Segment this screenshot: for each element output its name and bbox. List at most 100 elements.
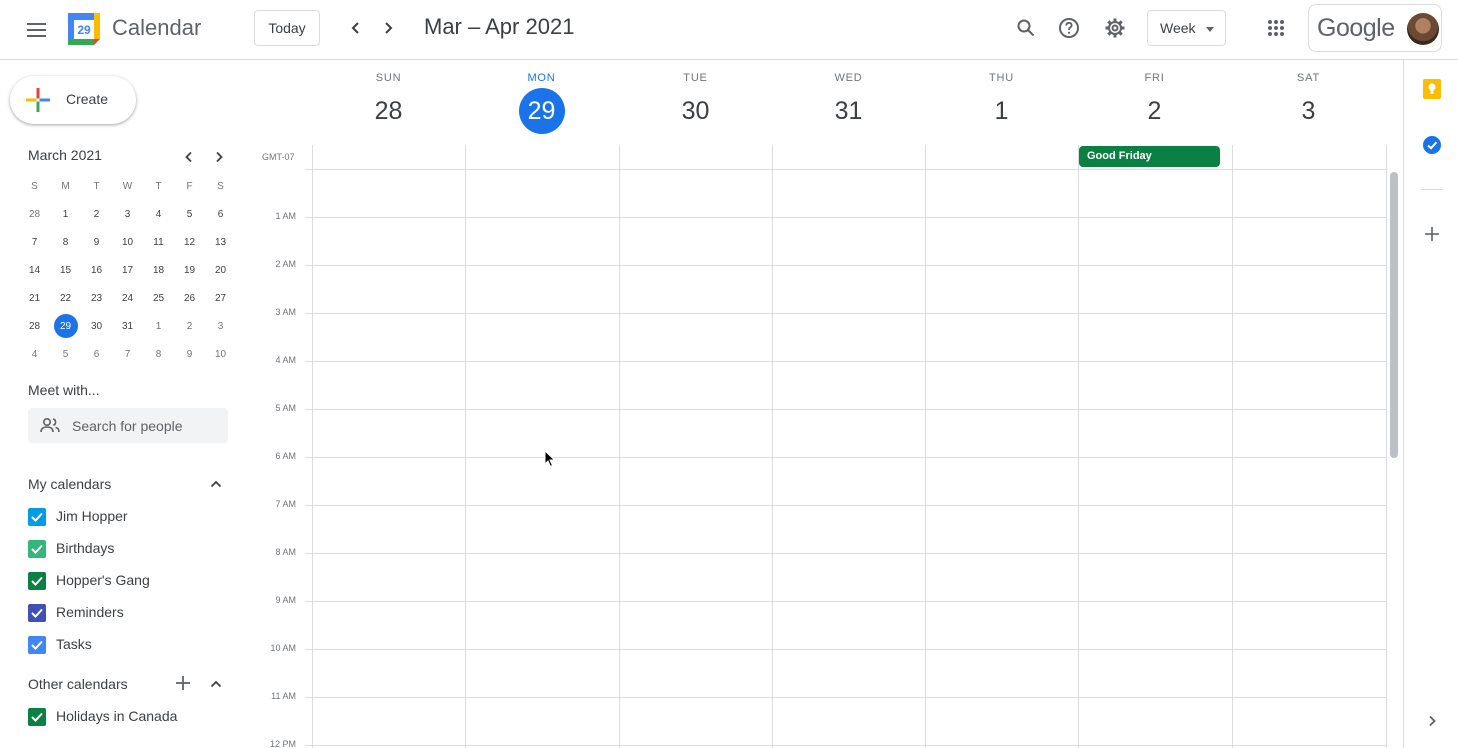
day-header-thu[interactable]: THU 1 [925,72,1078,134]
tasks-button[interactable] [1421,134,1443,156]
mini-calendar-day[interactable]: 11 [143,230,174,254]
hamburger-menu-icon[interactable] [22,16,50,44]
calendar-item-hopper-s-gang[interactable]: Hopper's Gang [28,571,150,591]
top-app-bar: 29 Calendar Today Mar – Apr 2021 Week Go… [0,0,1458,60]
day-header-wed[interactable]: WED 31 [772,72,925,134]
mini-calendar-previous-button[interactable] [177,145,201,169]
mini-calendar-day[interactable]: 3 [205,314,236,338]
mini-calendar-day[interactable]: 7 [19,230,50,254]
date-number[interactable]: 2 [1132,88,1178,134]
mini-calendar-next-button[interactable] [207,145,231,169]
grid-scrollbar[interactable] [1390,172,1398,458]
mini-calendar-day[interactable]: 2 [174,314,205,338]
account-switcher[interactable]: Google [1308,4,1442,52]
mini-calendar-day[interactable]: 19 [174,258,205,282]
mini-calendar-day[interactable]: 5 [50,342,81,366]
mini-calendar-day[interactable]: 2 [81,202,112,226]
next-week-button[interactable] [374,14,402,42]
create-button[interactable]: Create [10,76,136,124]
mini-calendar-day[interactable]: 10 [112,230,143,254]
help-button[interactable] [1055,14,1083,42]
mini-calendar-day[interactable]: 21 [19,286,50,310]
day-header-tue[interactable]: TUE 30 [619,72,772,134]
show-side-panel-button[interactable] [1421,710,1443,732]
settings-button[interactable] [1101,14,1129,42]
add-other-calendar-button[interactable] [173,673,193,693]
today-date-number[interactable]: 29 [518,88,565,134]
mini-calendar-day[interactable]: 25 [143,286,174,310]
mini-calendar-day[interactable]: 13 [205,230,236,254]
calendar-item-holidays-in-canada[interactable]: Holidays in Canada [28,707,177,727]
calendar-checkbox[interactable] [28,708,46,726]
mini-calendar-day[interactable]: 10 [205,342,236,366]
all-day-event-good-friday[interactable]: Good Friday [1079,146,1220,167]
keep-button[interactable] [1421,78,1443,100]
view-switcher-select[interactable]: Week [1147,10,1226,46]
calendar-checkbox[interactable] [28,636,46,654]
mouse-pointer-icon [544,450,556,468]
calendar-item-birthdays[interactable]: Birthdays [28,539,114,559]
search-people-input[interactable]: Search for people [28,408,228,443]
mini-calendar-day[interactable]: 18 [143,258,174,282]
hour-label: 6 AM [275,451,296,461]
date-number[interactable]: 28 [366,88,412,134]
mini-calendar-day[interactable]: 9 [81,230,112,254]
mini-calendar-day[interactable]: 9 [174,342,205,366]
mini-calendar-day[interactable]: 16 [81,258,112,282]
mini-calendar-day[interactable]: 26 [174,286,205,310]
date-number[interactable]: 30 [673,88,719,134]
mini-calendar-day[interactable]: 4 [143,202,174,226]
mini-calendar-day[interactable]: 30 [81,314,112,338]
mini-calendar-day[interactable]: 6 [205,202,236,226]
mini-calendar-day[interactable]: 6 [81,342,112,366]
day-header-sun[interactable]: SUN 28 [312,72,465,134]
mini-calendar-day[interactable]: 7 [112,342,143,366]
hour-label: 2 AM [275,259,296,269]
mini-calendar-day[interactable]: 3 [112,202,143,226]
google-apps-button[interactable] [1262,14,1290,42]
mini-calendar-day[interactable]: 8 [143,342,174,366]
people-icon [40,417,60,433]
mini-calendar-day[interactable]: 4 [19,342,50,366]
mini-calendar-day[interactable]: 27 [205,286,236,310]
other-calendars-title[interactable]: Other calendars [28,676,128,692]
date-number[interactable]: 31 [826,88,872,134]
mini-calendar-day[interactable]: 12 [174,230,205,254]
mini-calendar-day[interactable]: 17 [112,258,143,282]
mini-calendar-day[interactable]: 23 [81,286,112,310]
previous-week-button[interactable] [342,14,370,42]
get-add-ons-button[interactable] [1421,223,1443,245]
mini-calendar-day[interactable]: 22 [50,286,81,310]
day-header-fri[interactable]: FRI 2 [1078,72,1231,134]
search-button[interactable] [1012,14,1040,42]
date-number[interactable]: 3 [1286,88,1332,134]
day-header-mon[interactable]: MON 29 [465,72,618,134]
mini-calendar-day[interactable]: 1 [50,202,81,226]
calendar-item-reminders[interactable]: Reminders [28,603,124,623]
calendar-item-jim-hopper[interactable]: Jim Hopper [28,507,128,527]
mini-calendar-day[interactable]: 14 [19,258,50,282]
day-column-divider [619,145,620,748]
mini-calendar-day-selected[interactable]: 29 [50,314,81,338]
mini-calendar-day[interactable]: 1 [143,314,174,338]
mini-calendar-day[interactable]: 31 [112,314,143,338]
date-number[interactable]: 1 [979,88,1025,134]
mini-calendar-day[interactable]: 28 [19,314,50,338]
mini-calendar-day[interactable]: 15 [50,258,81,282]
day-header-sat[interactable]: SAT 3 [1232,72,1385,134]
my-calendars-collapse-button[interactable] [206,474,226,494]
mini-calendar-day[interactable]: 28 [19,202,50,226]
calendar-checkbox[interactable] [28,540,46,558]
mini-calendar-day[interactable]: 24 [112,286,143,310]
today-button[interactable]: Today [254,10,320,46]
mini-calendar-day[interactable]: 8 [50,230,81,254]
other-calendars-collapse-button[interactable] [206,674,226,694]
calendar-item-tasks[interactable]: Tasks [28,635,92,655]
mini-calendar-day[interactable]: 20 [205,258,236,282]
my-calendars-title[interactable]: My calendars [28,476,111,492]
calendar-checkbox[interactable] [28,508,46,526]
calendar-checkbox[interactable] [28,604,46,622]
avatar[interactable] [1407,13,1439,45]
calendar-checkbox[interactable] [28,572,46,590]
mini-calendar-day[interactable]: 5 [174,202,205,226]
